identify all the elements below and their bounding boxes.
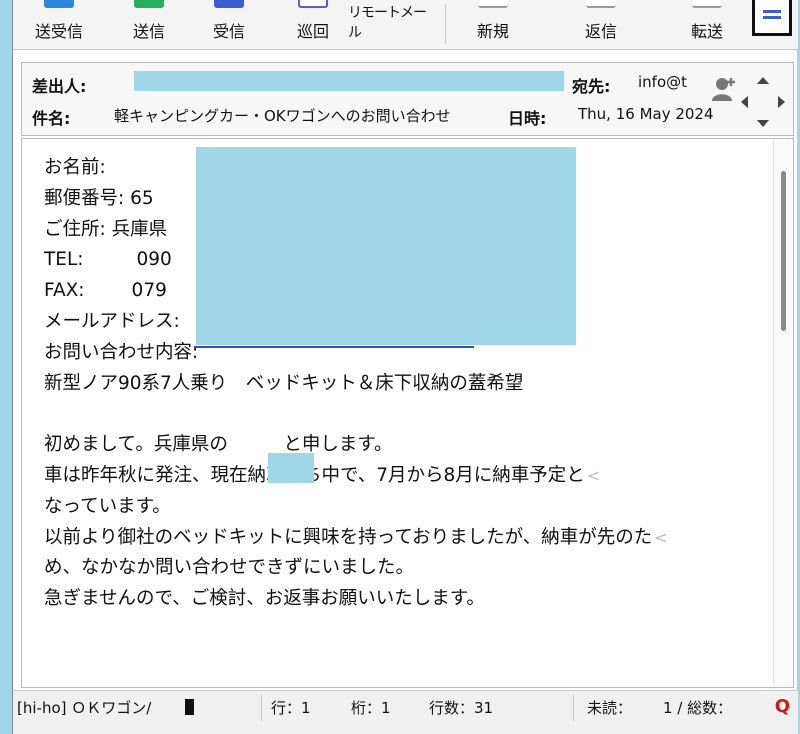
arrow-up-icon[interactable] <box>757 77 769 84</box>
receive-icon <box>214 0 244 8</box>
send-label: 送信 <box>132 22 165 41</box>
body-line: 以前より御社のベッドキットに興味を持っておりましたが、納車が先のた < <box>44 526 668 548</box>
body-line: 初めまして。兵庫県の と申します。 <box>44 434 393 456</box>
receive-button[interactable]: 受信 <box>197 0 261 48</box>
send-icon <box>134 0 164 8</box>
vertical-scrollbar[interactable] <box>773 139 793 687</box>
new-mail-label: 新規 <box>476 22 509 41</box>
status-account: [hi-ho] ＯＫワゴン/ <box>17 699 152 717</box>
wrap-mark: < <box>586 465 601 485</box>
forward-button[interactable]: 転送 <box>675 0 739 48</box>
patrol-icon <box>298 0 328 8</box>
toolbar-separator <box>445 4 446 44</box>
status-col: 桁：1 <box>351 699 391 717</box>
message-header: 差出人: 宛先: info@t 件名: 軽キャンピングカー・OKワゴンへのお問い… <box>21 62 794 136</box>
from-value-redacted <box>134 71 564 91</box>
mail-window: 送受信 送信 受信 巡回 リモートメール 新規 返信 転送 差出人: 宛先: i… <box>12 0 798 734</box>
reply-label: 返信 <box>584 22 617 41</box>
status-line-count: 行数：31 <box>429 699 494 717</box>
send-receive-button[interactable]: 送受信 <box>27 0 91 48</box>
receive-label: 受信 <box>212 22 245 41</box>
to-value[interactable]: info@t <box>638 73 700 91</box>
date-value: Thu, 16 May 2024 <box>578 105 714 123</box>
personal-info-redacted <box>196 147 576 345</box>
body-line-blank <box>44 399 744 430</box>
status-row: 行：1 <box>271 699 311 717</box>
body-line: なっています。 <box>44 495 171 517</box>
body-line: 急ぎませんので、ご検討、お返事お願いいたします。 <box>44 588 485 610</box>
add-contact-icon[interactable] <box>712 75 738 101</box>
status-total: 1 / 総数： <box>663 699 733 717</box>
scrollbar-thumb[interactable] <box>781 171 786 331</box>
status-separator <box>573 695 574 721</box>
reply-button[interactable]: 返信 <box>569 0 633 48</box>
message-body[interactable]: お名前: 郵便番号: 65 ご住所: 兵庫県 TEL: 090 FAX: 079… <box>21 138 794 688</box>
date-label: 日時: <box>508 109 547 128</box>
subject-label: 件名: <box>32 109 71 128</box>
send-button[interactable]: 送信 <box>117 0 181 48</box>
arrow-down-icon[interactable] <box>757 120 769 127</box>
body-line: 車は昨年秋に発注、現在納車待ち中で、7月から8月に納車予定と < <box>44 464 601 486</box>
patrol-button[interactable]: 巡回 <box>281 0 345 48</box>
remote-mail-button[interactable]: リモートメール <box>348 0 438 48</box>
remote-mail-label: リモートメール <box>348 5 427 41</box>
status-bar: [hi-ho] ＯＫワゴン/ 行：1 桁：1 行数：31 未読： 1 / 総数：… <box>13 690 798 734</box>
new-mail-button[interactable]: 新規 <box>461 0 525 48</box>
new-mail-icon <box>478 0 508 8</box>
subject-value: 軽キャンピングカー・OKワゴンへのお問い合わせ <box>114 107 451 125</box>
send-receive-icon <box>44 0 74 8</box>
body-line: 新型ノア90系7人乗り ベッドキット＆床下収納の蓋希望 <box>44 372 524 394</box>
patrol-label: 巡回 <box>296 22 329 41</box>
status-unread: 未読： <box>587 699 633 717</box>
reply-icon <box>586 0 616 8</box>
forward-icon <box>692 0 722 8</box>
arrow-right-icon[interactable] <box>778 96 785 108</box>
to-label: 宛先: <box>572 77 611 96</box>
window-icon[interactable] <box>752 0 792 36</box>
q-icon[interactable]: Q <box>775 696 790 717</box>
message-nav-arrows[interactable] <box>741 77 785 127</box>
forward-label: 転送 <box>690 22 723 41</box>
email-link-underline[interactable] <box>194 346 474 348</box>
arrow-left-icon[interactable] <box>741 96 748 108</box>
body-line: め、なかなか問い合わせできずにいました。 <box>44 557 415 579</box>
wrap-mark: < <box>654 527 668 547</box>
status-separator <box>261 695 262 721</box>
send-receive-label: 送受信 <box>34 22 83 41</box>
toolbar: 送受信 送信 受信 巡回 リモートメール 新規 返信 転送 <box>13 0 798 50</box>
sender-name-redacted <box>268 453 314 483</box>
status-cursor-block <box>185 699 194 715</box>
from-label: 差出人: <box>32 77 87 96</box>
